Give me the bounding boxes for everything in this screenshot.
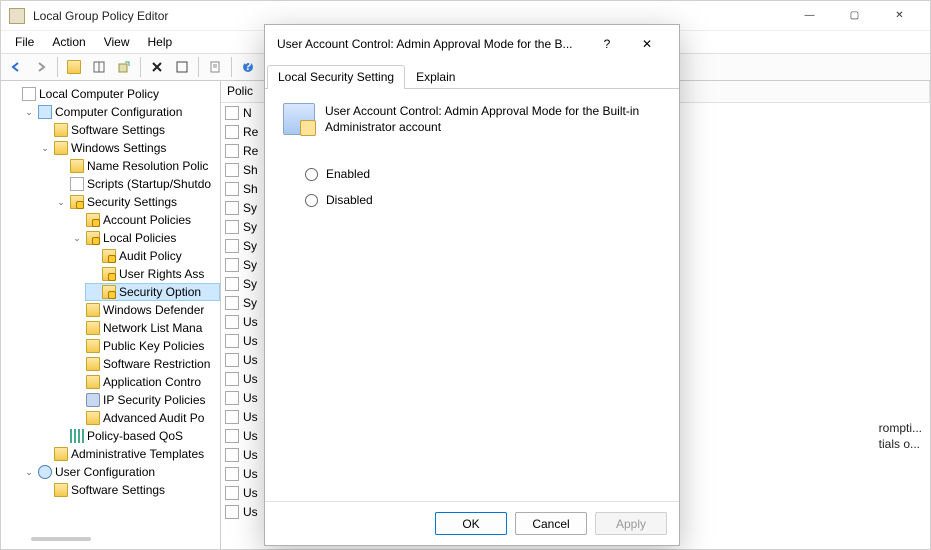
apply-button[interactable]: Apply — [595, 512, 667, 535]
dialog-help-button[interactable]: ? — [587, 28, 627, 60]
close-icon: ✕ — [642, 37, 652, 51]
dialog-titlebar[interactable]: User Account Control: Admin Approval Mod… — [265, 25, 679, 63]
dialog-heading: User Account Control: Admin Approval Mod… — [283, 103, 661, 135]
tab-local-security-setting[interactable]: Local Security Setting — [267, 65, 405, 88]
cancel-button[interactable]: Cancel — [515, 512, 587, 535]
policy-icon — [283, 103, 315, 135]
policy-name: User Account Control: Admin Approval Mod… — [325, 103, 661, 135]
radio-enabled-indicator — [305, 168, 318, 181]
dialog-tabs: Local Security Setting Explain — [265, 63, 679, 89]
radio-disabled-label: Disabled — [326, 193, 373, 207]
ok-button[interactable]: OK — [435, 512, 507, 535]
dialog-title: User Account Control: Admin Approval Mod… — [277, 37, 587, 51]
radio-enabled-label: Enabled — [326, 167, 370, 181]
dialog-body: User Account Control: Admin Approval Mod… — [265, 89, 679, 501]
radio-enabled[interactable]: Enabled — [305, 167, 661, 181]
tab-explain[interactable]: Explain — [405, 65, 466, 88]
help-icon: ? — [604, 37, 611, 51]
dialog-buttons: OK Cancel Apply — [265, 501, 679, 545]
radio-disabled-indicator — [305, 194, 318, 207]
security-setting-dialog: User Account Control: Admin Approval Mod… — [264, 24, 680, 546]
dialog-close-button[interactable]: ✕ — [627, 28, 667, 60]
radio-disabled[interactable]: Disabled — [305, 193, 661, 207]
radio-group: Enabled Disabled — [305, 167, 661, 207]
dialog-overlay: User Account Control: Admin Approval Mod… — [0, 0, 931, 550]
